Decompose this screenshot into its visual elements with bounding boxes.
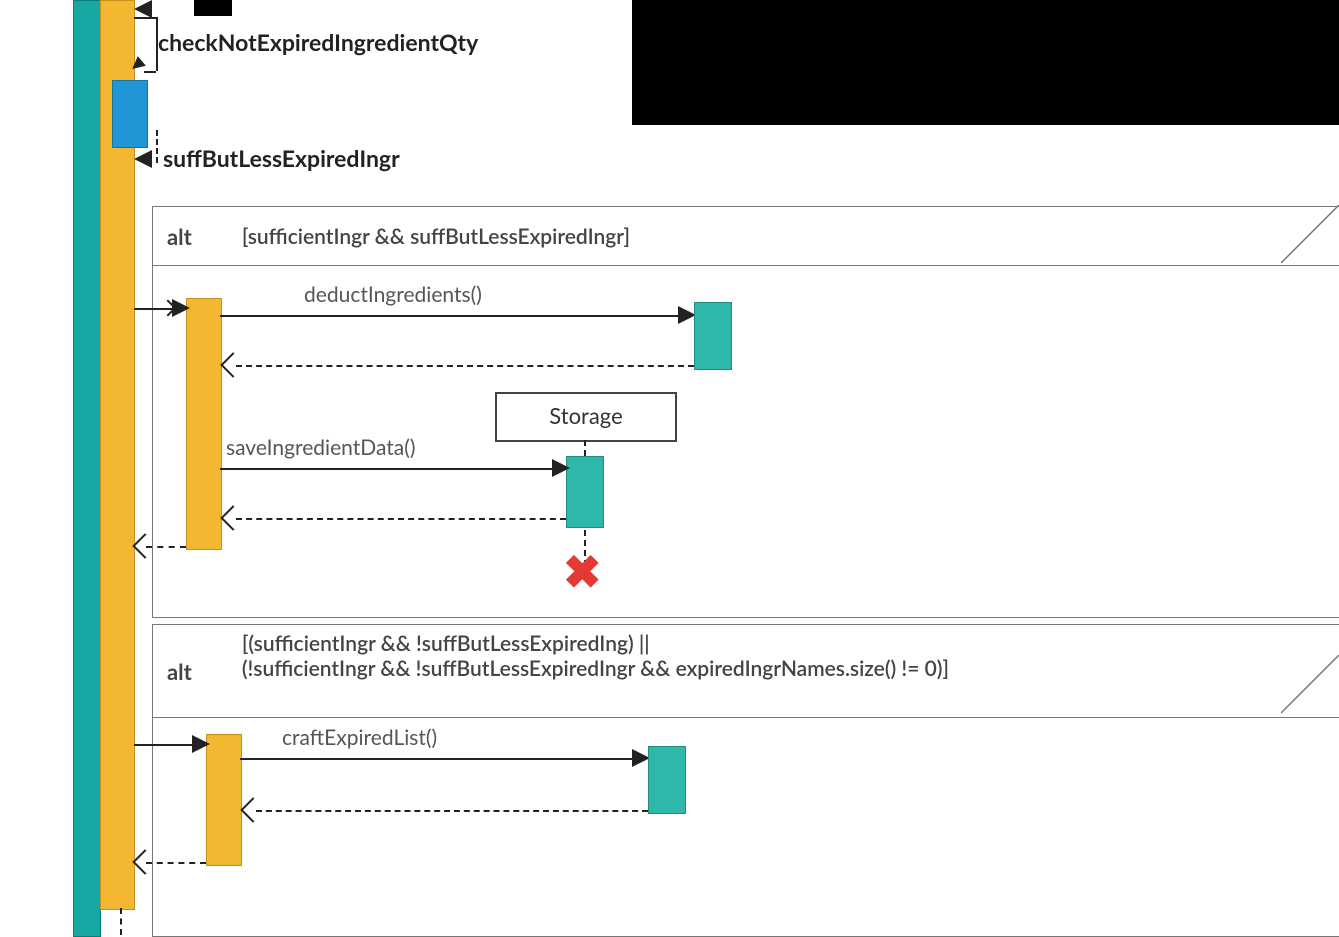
alt2-enter-arrow — [192, 735, 210, 753]
black-box-2 — [632, 0, 1339, 125]
activation-alt1-left — [186, 298, 222, 550]
activation-blue — [112, 80, 148, 148]
arrowhead-suff-return — [134, 150, 152, 168]
save-line — [220, 468, 566, 470]
alt1-guard: [sufficientIngr && suffButLessExpiredIng… — [242, 224, 630, 249]
save-arrow — [552, 459, 570, 477]
alt2-guard2: (!sufficientIngr && !suffButLessExpiredI… — [242, 656, 949, 681]
deduct-line — [220, 315, 692, 317]
self-call-h2 — [144, 71, 156, 73]
arrowhead-top-1 — [134, 0, 152, 18]
self-call-h1 — [134, 17, 156, 19]
lifeline-bar-leftmost — [73, 0, 101, 937]
destroy-icon: ✖ — [563, 548, 602, 594]
alt-frame-2: alt [(sufficientIngr && !suffButLessExpi… — [152, 624, 1339, 937]
deduct-return-line — [236, 365, 694, 367]
alt2-guard-wrap: [(sufficientIngr && !suffButLessExpiredI… — [242, 631, 949, 681]
msg-save-data: saveIngredientData() — [226, 435, 415, 460]
alt2-corner-fold — [1281, 655, 1339, 715]
activation-storage — [566, 456, 604, 528]
msg-suff-but-less: suffButLessExpiredIngr — [163, 144, 400, 172]
main-lifeline-tail — [120, 908, 122, 935]
alt2-tag: alt — [167, 658, 192, 685]
black-box-1 — [194, 0, 232, 16]
activation-craft — [648, 746, 686, 814]
save-return-line — [236, 518, 566, 520]
alt1-corner-fold — [1281, 205, 1339, 265]
participant-storage: Storage — [495, 392, 677, 442]
msg-craft-expired: craftExpiredList() — [282, 725, 437, 750]
alt-frame-1: alt [sufficientIngr && suffButLessExpire… — [152, 206, 1339, 618]
activation-alt2-left — [206, 734, 242, 866]
activation-deduct — [694, 302, 732, 370]
alt2-guard1: [(sufficientIngr && !suffButLessExpiredI… — [242, 631, 949, 656]
alt1-tag: alt — [167, 223, 192, 250]
suff-return-vert — [156, 130, 158, 163]
craft-line — [240, 758, 646, 760]
self-call-v1 — [156, 17, 158, 71]
msg-check-not-expired: checkNotExpiredIngredientQty — [158, 28, 478, 56]
msg-deduct: deductIngredients() — [304, 282, 482, 307]
craft-return-line — [256, 810, 648, 812]
